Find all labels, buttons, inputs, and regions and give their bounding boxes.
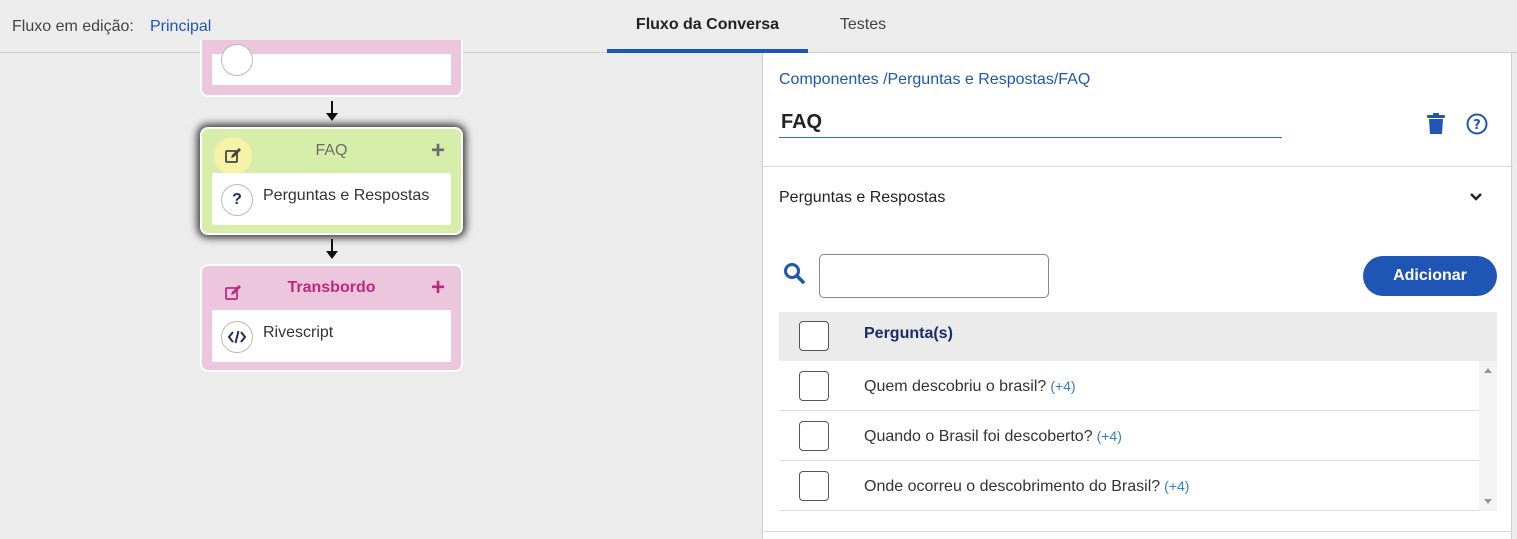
divider xyxy=(763,531,1513,532)
plus-icon[interactable]: + xyxy=(431,276,445,300)
questions-list: Quem descobriu o brasil? (+4) Quando o Br… xyxy=(779,361,1479,511)
row-checkbox[interactable] xyxy=(799,471,829,501)
question-text: Quando o Brasil foi descoberto? xyxy=(864,428,1093,445)
flow-arrow-icon xyxy=(326,239,338,259)
question-icon: ? xyxy=(221,184,253,216)
card-title: Transbordo xyxy=(287,279,376,296)
chevron-down-icon[interactable] xyxy=(1468,189,1484,205)
variation-count: (+4) xyxy=(1096,428,1122,444)
component-name-input[interactable] xyxy=(779,108,1282,138)
plus-icon[interactable]: + xyxy=(431,139,445,163)
breadcrumb[interactable]: Componentes /Perguntas e Respostas/FAQ xyxy=(779,71,1090,89)
row-checkbox[interactable] xyxy=(799,421,829,451)
svg-text:?: ? xyxy=(1473,118,1481,133)
question-text: Quem descobriu o brasil? xyxy=(864,378,1047,395)
flow-name-link[interactable]: Principal xyxy=(150,18,211,36)
scroll-down-icon[interactable] xyxy=(1484,499,1492,504)
table-row[interactable]: Quando o Brasil foi descoberto? (+4) xyxy=(779,411,1479,461)
table-row[interactable]: Onde ocorreu o descobrimento do Brasil?(… xyxy=(779,461,1479,511)
variation-count: (+4) xyxy=(1164,478,1190,494)
flow-card-partial[interactable] xyxy=(200,40,463,97)
table-header: Pergunta(s) xyxy=(779,312,1497,361)
add-button[interactable]: Adicionar xyxy=(1363,256,1497,296)
trash-icon[interactable] xyxy=(1426,113,1446,135)
row-text: Quando o Brasil foi descoberto? (+4) xyxy=(864,428,1122,446)
question-text: Onde ocorreu o descobrimento do Brasil? xyxy=(864,478,1161,495)
flow-arrow-icon xyxy=(326,101,338,121)
list-scrollbar[interactable] xyxy=(1479,361,1497,511)
variation-count: (+4) xyxy=(1050,378,1076,394)
component-label: Perguntas e Respostas xyxy=(263,187,430,204)
row-text: Quem descobriu o brasil? (+4) xyxy=(864,378,1076,396)
flow-label: Fluxo em edição: xyxy=(12,18,134,35)
row-text: Onde ocorreu o descobrimento do Brasil?(… xyxy=(864,478,1189,496)
card-header: Transbordo + xyxy=(202,266,461,310)
row-checkbox[interactable] xyxy=(799,371,829,401)
help-icon[interactable]: ? xyxy=(1466,113,1488,135)
scroll-up-icon[interactable] xyxy=(1484,368,1492,373)
section-title: Perguntas e Respostas xyxy=(779,189,946,206)
table-row[interactable]: Quem descobriu o brasil? (+4) xyxy=(779,361,1479,411)
card-component[interactable]: Rivescript xyxy=(212,310,451,362)
code-icon xyxy=(221,321,253,353)
properties-panel: Componentes /Perguntas e Respostas/FAQ ?… xyxy=(762,53,1513,539)
divider xyxy=(763,166,1513,167)
flow-card-transbordo[interactable]: Transbordo + Rivescript xyxy=(200,264,463,372)
search-input[interactable] xyxy=(819,254,1049,298)
tab-testes[interactable]: Testes xyxy=(808,0,918,53)
flow-card-faq[interactable]: FAQ + ? Perguntas e Respostas xyxy=(200,127,463,235)
component-label: Rivescript xyxy=(263,324,334,341)
search-icon xyxy=(784,263,805,284)
tab-fluxo-da-conversa[interactable]: Fluxo da Conversa xyxy=(607,0,808,53)
column-header-perguntas[interactable]: Pergunta(s) xyxy=(864,325,953,343)
card-header: FAQ + xyxy=(202,129,461,175)
card-component[interactable]: ? Perguntas e Respostas xyxy=(212,173,451,225)
card-title: FAQ xyxy=(315,142,348,159)
select-all-checkbox[interactable] xyxy=(799,321,829,351)
